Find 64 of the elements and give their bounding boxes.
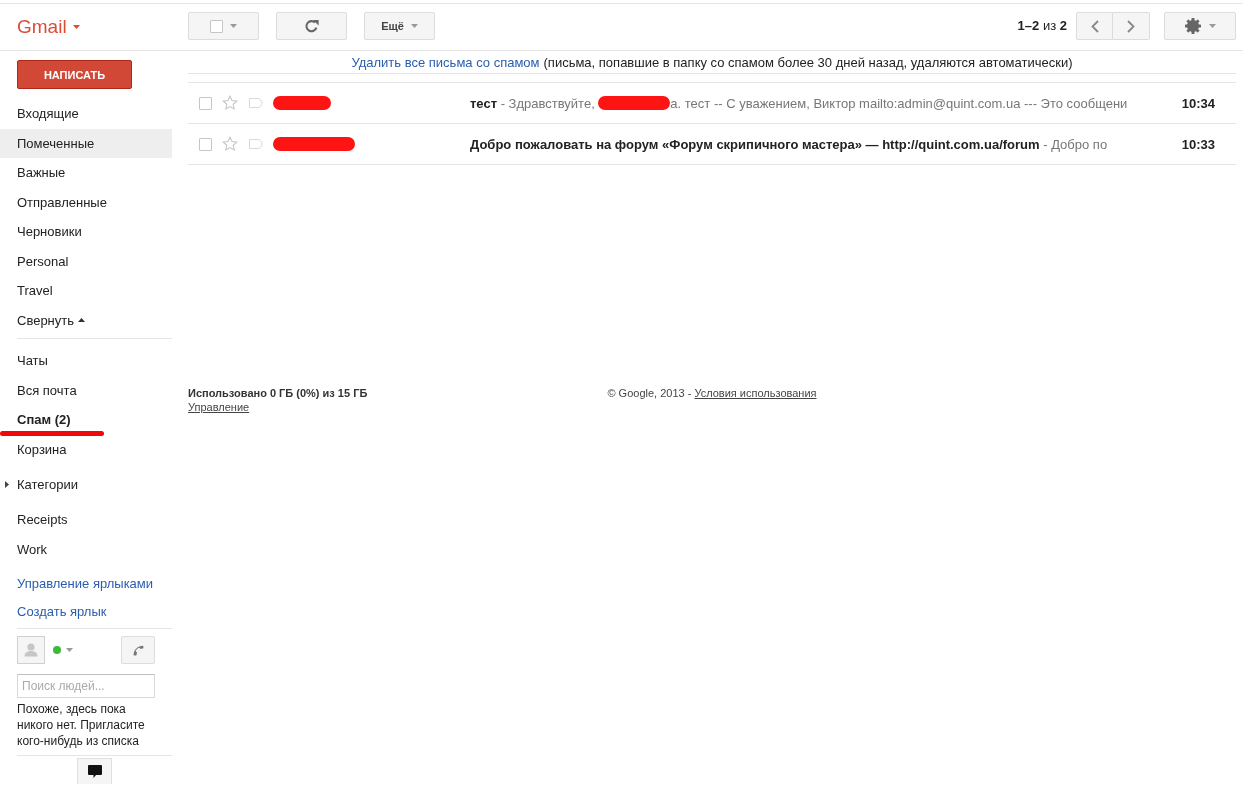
app-menu-button[interactable]: Gmail: [17, 16, 80, 38]
nav-item[interactable]: Важные: [0, 158, 172, 188]
refresh-button[interactable]: [276, 12, 347, 40]
nav-item[interactable]: Receipts: [0, 505, 172, 535]
terms-link[interactable]: Условия использования: [694, 387, 817, 399]
nav-item[interactable]: Помеченные: [0, 128, 172, 158]
refresh-icon: [304, 18, 319, 34]
people-search-field[interactable]: Поиск людей...: [17, 674, 155, 698]
nav-item[interactable]: Спам (2): [0, 405, 172, 435]
nav-item[interactable]: Work: [0, 534, 172, 564]
triangle-right-icon: [5, 481, 9, 488]
nav-item[interactable]: Входящие: [0, 99, 172, 129]
chat-bubble-icon: [87, 765, 102, 778]
nav-item[interactable]: Свернуть: [0, 305, 172, 335]
status-dot-icon[interactable]: [53, 646, 61, 654]
caret-icon: [72, 25, 80, 29]
email-time: 10:34: [1181, 95, 1215, 111]
phone-button[interactable]: [121, 636, 155, 664]
chat-empty-message: Похоже, здесь пока никого нет. Пригласите кого-нибудь из списка: [17, 701, 146, 749]
copyright-notice: © Google, 2013 - Условия использования: [607, 386, 817, 400]
nav-item[interactable]: Travel: [0, 276, 172, 306]
nav-item[interactable]: Корзина: [0, 434, 172, 464]
settings-button[interactable]: [1164, 12, 1236, 40]
select-button[interactable]: [188, 12, 259, 40]
importance-marker-icon[interactable]: [249, 139, 263, 149]
sidebar-link[interactable]: Управление ярлыками: [0, 569, 172, 597]
caret-icon: [230, 24, 237, 28]
previous-page-button[interactable]: [1076, 12, 1113, 40]
more-button[interactable]: Ещё: [364, 12, 435, 40]
next-page-button[interactable]: [1113, 12, 1150, 40]
manage-storage-link[interactable]: Управление: [188, 400, 250, 414]
star-icon[interactable]: [222, 95, 238, 111]
caret-icon: [1208, 24, 1216, 28]
sidebar-link[interactable]: Создать ярлык: [0, 597, 172, 625]
importance-marker-icon[interactable]: [249, 98, 263, 108]
nav-item[interactable]: Категории: [0, 464, 172, 505]
delete-all-spam-link[interactable]: Удалить все письма со спамом: [351, 54, 540, 70]
gear-icon: [1184, 18, 1201, 34]
nav-item[interactable]: Отправленные: [0, 187, 172, 217]
spam-notice: Удалить все письма со спамом (письма, попавшие в папку со спамом более 30 дней назад, удаляются автоматически): [188, 51, 1236, 74]
person-icon[interactable]: [17, 636, 45, 664]
nav-item[interactable]: Черновики: [0, 217, 172, 247]
caret-up-icon: [78, 318, 85, 323]
email-subject: Добро пожаловать на форум «Форум скрипичного мастера» — http://quint.com.ua/forum: [470, 136, 1040, 152]
email-time: 10:33: [1181, 136, 1215, 152]
nav-item[interactable]: Вся почта: [0, 375, 172, 405]
email-snippet: - Добро по: [1043, 136, 1108, 152]
email-snippet: - Здравствуйте,: [500, 95, 596, 111]
caret-icon[interactable]: [66, 648, 73, 652]
caret-icon: [410, 24, 418, 28]
star-icon[interactable]: [222, 136, 238, 152]
nav-item[interactable]: Чаты: [0, 346, 172, 376]
checkbox[interactable]: [199, 137, 212, 151]
email-snippet: а. тест -- С уважением, Виктор mailto:admin@quint.com.ua --- Это сообщени: [670, 95, 1128, 111]
phone-icon: [131, 643, 145, 657]
pagination-info: 1–2 из 2: [1017, 17, 1067, 35]
email-subject: тест: [470, 95, 498, 111]
chevron-left-icon: [1090, 19, 1099, 33]
chevron-right-icon: [1127, 19, 1135, 33]
nav-item[interactable]: Personal: [0, 246, 172, 276]
compose-button[interactable]: НАПИСАТЬ: [17, 60, 132, 89]
checkbox[interactable]: [199, 96, 212, 110]
chat-button[interactable]: [77, 758, 112, 784]
storage-usage: Использовано 0 ГБ (0%) из 15 ГБ: [188, 386, 368, 400]
